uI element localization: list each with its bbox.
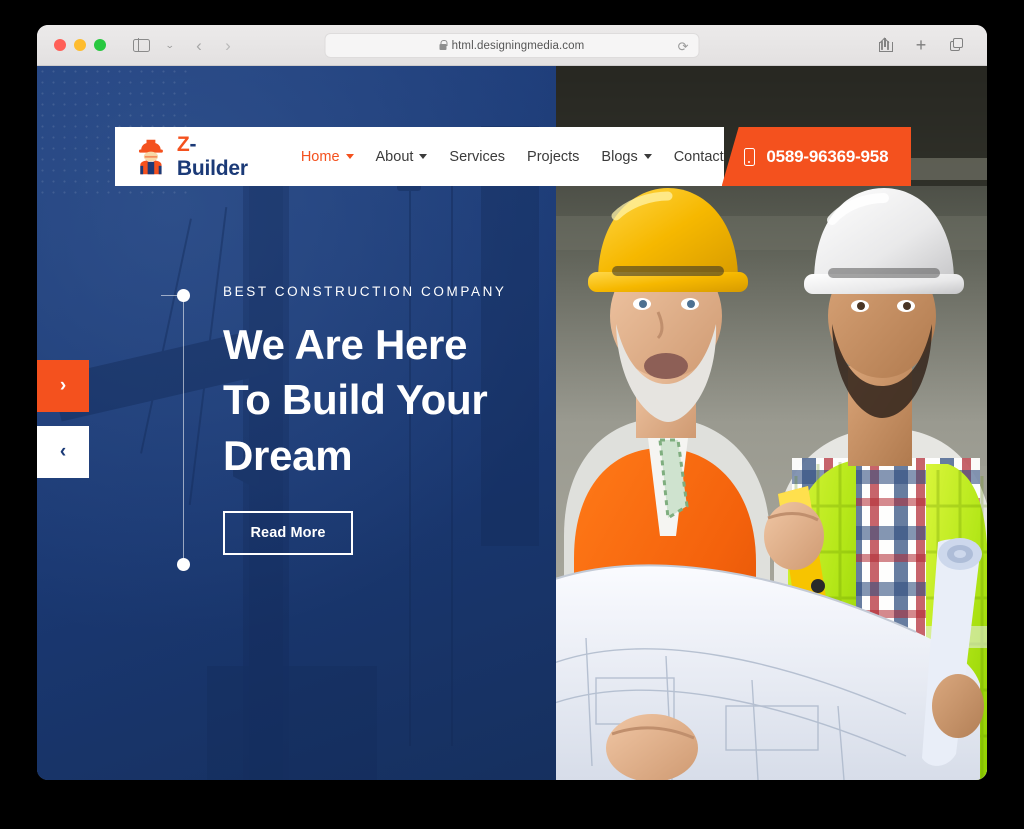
nav-item-about[interactable]: About	[376, 149, 428, 165]
phone-cta[interactable]: 0589-96369-958	[721, 127, 911, 186]
nav-label-contact: Contact	[673, 148, 724, 165]
nav-label-projects: Projects	[527, 148, 580, 165]
maximize-window-button[interactable]	[94, 39, 106, 51]
hero-title-line-1: We Are Here	[223, 321, 468, 368]
hero-title-line-3: Dream	[223, 431, 353, 479]
hero-title-line-2: To Build Your	[223, 376, 488, 424]
toolbar-right-actions: +	[872, 33, 970, 57]
back-button[interactable]: ‹	[186, 33, 212, 57]
slider-prev-button[interactable]: ‹	[37, 426, 89, 478]
new-tab-button[interactable]: +	[908, 33, 934, 57]
share-button[interactable]	[872, 33, 898, 57]
construction-worker-icon	[138, 139, 163, 174]
page-title: We Are Here To Build Your Dream	[223, 317, 513, 483]
page-viewport: Z-Builder Home About Services Projects B…	[37, 66, 987, 780]
share-arrow-icon	[879, 37, 890, 48]
slider-next-button[interactable]: ›	[37, 360, 89, 412]
chevron-right-icon: ›	[225, 35, 231, 55]
minimize-window-button[interactable]	[74, 39, 86, 51]
nav-item-contact[interactable]: Contact	[674, 149, 724, 165]
plus-icon: +	[915, 35, 927, 55]
tabs-icon	[950, 38, 964, 52]
share-icon	[879, 37, 893, 52]
address-bar[interactable]: html.designingmedia.com ⟳	[324, 33, 700, 58]
browser-toolbar: ⌄ ‹ › html.designingmedia.com ⟳ +	[37, 25, 987, 66]
site-header: Z-Builder Home About Services Projects B…	[115, 127, 911, 186]
sidebar-toggle-button[interactable]	[128, 33, 154, 57]
hero-content: BEST CONSTRUCTION COMPANY We Are Here To…	[161, 284, 513, 571]
hero-slider-controls: › ‹	[37, 360, 89, 478]
lock-icon	[439, 39, 448, 50]
nav-label-blogs: Blogs	[601, 148, 638, 165]
hero-eyebrow: BEST CONSTRUCTION COMPANY	[223, 284, 507, 299]
reload-icon[interactable]: ⟳	[678, 39, 689, 55]
timeline-node-top	[177, 289, 190, 302]
read-more-button[interactable]: Read More	[223, 511, 353, 556]
tab-overview-button[interactable]	[944, 33, 970, 57]
main-navigation: Home About Services Projects Blogs Conta…	[301, 149, 724, 165]
screenshot-root: ⌄ ‹ › html.designingmedia.com ⟳ + Z-Buil…	[0, 0, 1024, 829]
chevron-down-icon: ⌄	[165, 39, 175, 50]
sidebar-icon	[132, 38, 150, 52]
nav-item-home[interactable]: Home	[301, 149, 354, 165]
mobile-phone-icon	[744, 147, 756, 166]
header-main: Z-Builder Home About Services Projects B…	[115, 127, 724, 186]
close-window-button[interactable]	[54, 39, 66, 51]
hero-timeline-decoration	[161, 289, 193, 571]
browser-window: ⌄ ‹ › html.designingmedia.com ⟳ + Z-Buil…	[37, 25, 987, 780]
navigation-controls: ⌄ ‹ ›	[128, 33, 241, 57]
url-text: html.designingmedia.com	[451, 39, 585, 52]
chevron-down-icon	[643, 154, 652, 159]
chevron-down-icon	[419, 154, 428, 159]
nav-item-projects[interactable]: Projects	[527, 149, 579, 165]
brand-name: Z-Builder	[177, 133, 257, 181]
brand-logo[interactable]: Z-Builder	[135, 133, 257, 181]
chevron-down-icon	[345, 154, 354, 159]
chevron-left-icon: ‹	[196, 35, 202, 55]
phone-number: 0589-96369-958	[766, 146, 889, 166]
nav-item-services[interactable]: Services	[449, 149, 505, 165]
timeline-node-bottom	[177, 558, 190, 571]
nav-label-about: About	[375, 148, 414, 165]
nav-label-home: Home	[300, 148, 340, 165]
forward-button[interactable]: ›	[215, 33, 241, 57]
brand-initial: Z	[176, 132, 190, 156]
window-traffic-lights	[54, 39, 106, 51]
nav-label-services: Services	[449, 148, 506, 165]
sidebar-dropdown-button[interactable]: ⌄	[157, 33, 183, 57]
nav-item-blogs[interactable]: Blogs	[601, 148, 652, 165]
